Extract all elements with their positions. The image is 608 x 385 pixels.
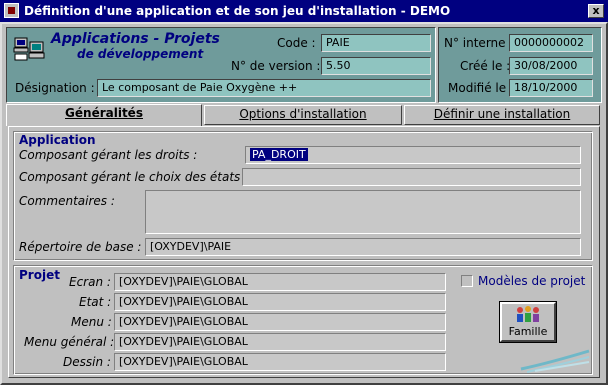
states-label: Composant gérant le choix des états : [19,170,249,184]
created-label: Créé le : [460,59,511,73]
application-group-title: Application [19,133,96,147]
version-label: N° de version : [231,59,321,73]
famille-button[interactable]: Famille [499,301,557,343]
app-subtitle: de développement [77,47,204,61]
tab-generalites[interactable]: Généralités [6,104,202,126]
code-field[interactable]: PAIE [321,34,431,52]
base-dir-field[interactable]: [OXYDEV]\PAIE [145,238,581,256]
app-window-icon[interactable] [4,3,19,18]
etat-label: Etat : [79,295,112,309]
computers-icon [13,37,45,61]
code-label: Code : [277,36,316,50]
menu-field[interactable]: [OXYDEV]\PAIE\GLOBAL [114,313,446,331]
header-panel: Applications - Projets de développement … [6,27,436,103]
swoosh-decoration [520,349,590,373]
internal-no-field[interactable]: 0000000002 [509,34,593,52]
base-dir-label: Répertoire de base : [19,240,142,254]
app-title: Applications - Projets [51,31,220,47]
rights-field[interactable]: PA_DROIT [245,146,581,164]
rights-label: Composant gérant les droits : [19,148,198,162]
tab-definir-installation[interactable]: Définir une installation [404,105,600,125]
ecran-field[interactable]: [OXYDEV]\PAIE\GLOBAL [114,273,446,291]
designation-field[interactable]: Le composant de Paie Oxygène ++ [97,79,431,97]
tab-options-installation-label: Options d'installation [239,107,367,121]
comments-field[interactable] [145,190,581,234]
created-field[interactable]: 30/08/2000 [509,57,593,75]
tab-generalites-label: Généralités [65,106,143,120]
etat-field[interactable]: [OXYDEV]\PAIE\GLOBAL [114,293,446,311]
projet-group: Projet Ecran : [OXYDEV]\PAIE\GLOBAL Etat… [13,265,593,375]
generalites-panel: Application Composant gérant les droits … [8,126,600,378]
ecran-label: Ecran : [69,275,111,289]
title-bar[interactable]: Définition d'une application et de son j… [0,0,608,22]
dessin-label: Dessin : [63,355,111,369]
tab-options-installation[interactable]: Options d'installation [204,105,402,125]
application-group: Application Composant gérant les droits … [13,131,593,261]
modeles-checkbox[interactable] [461,275,473,287]
modeles-label[interactable]: Modèles de projet [478,274,585,288]
modified-label: Modifié le : [448,81,514,95]
modified-field[interactable]: 18/10/2000 [509,79,593,97]
internal-no-label: N° interne : [444,36,514,50]
tab-bar: Généralités Options d'installation Défin… [6,104,602,126]
people-group-icon [517,306,539,322]
menu-label: Menu : [71,315,112,329]
version-field[interactable]: 5.50 [321,57,431,75]
window-title: Définition d'une application et de son j… [24,4,451,18]
rights-value: PA_DROIT [250,148,308,161]
menu-general-label: Menu général : [24,335,115,349]
projet-group-title: Projet [19,268,60,282]
menu-general-field[interactable]: [OXYDEV]\PAIE\GLOBAL [114,333,446,351]
dessin-field[interactable]: [OXYDEV]\PAIE\GLOBAL [114,353,446,371]
close-button[interactable]: x [588,4,604,18]
comments-label: Commentaires : [19,194,115,208]
tab-definir-installation-label: Définir une installation [433,107,571,121]
record-info-panel: N° interne : 0000000002 Créé le : 30/08/… [438,27,602,103]
designation-label: Désignation : [15,81,95,95]
states-field[interactable] [242,168,581,186]
famille-label: Famille [508,325,548,338]
